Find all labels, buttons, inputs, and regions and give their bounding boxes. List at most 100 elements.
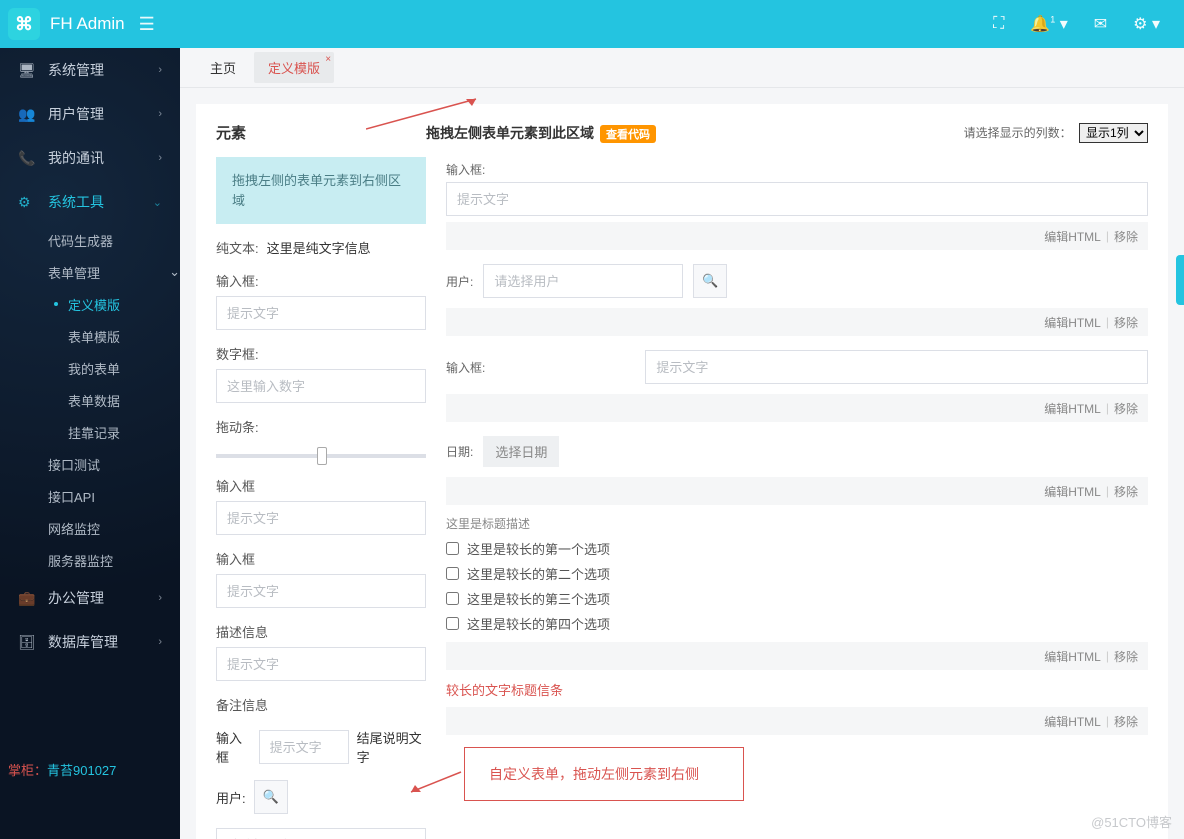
drop-item-date: 日期: 选择日期 编辑HTML|移除: [446, 432, 1148, 505]
gear-icon[interactable]: ⚙ ▾: [1133, 14, 1160, 34]
tab-home[interactable]: 主页: [196, 52, 250, 83]
sidebar-sub-form-template[interactable]: 表单模版: [0, 320, 180, 352]
sidebar-sub-form-manage[interactable]: 表单管理⌄: [0, 256, 180, 288]
view-code-button[interactable]: 查看代码: [600, 125, 656, 143]
palette-inline-input[interactable]: 输入框 结尾说明文字: [216, 728, 426, 766]
search-icon[interactable]: 🔍: [693, 264, 727, 298]
drop-input2-field[interactable]: [645, 350, 1148, 384]
chevron-right-icon: ›: [158, 108, 162, 120]
annotation-callout: 自定义表单，拖动左侧元素到右侧: [464, 747, 744, 801]
sidebar-sub-define-template[interactable]: 定义模版: [0, 288, 180, 320]
palette-user-select[interactable]: [216, 828, 426, 839]
checkbox[interactable]: [446, 592, 459, 605]
monitor-icon: 🖥: [18, 62, 36, 79]
sidebar-item-office[interactable]: 💼办公管理›: [0, 576, 180, 620]
sidebar-sub-server[interactable]: 服务器监控: [0, 544, 180, 576]
palette-remark[interactable]: 备注信息: [216, 695, 426, 714]
palette-input3-field[interactable]: [216, 574, 426, 608]
palette-input2[interactable]: 输入框: [216, 476, 426, 535]
menu-toggle-icon[interactable]: ☰: [139, 14, 155, 35]
sidebar-sub-my-forms[interactable]: 我的表单: [0, 352, 180, 384]
sidebar-sub-codegen[interactable]: 代码生成器: [0, 224, 180, 256]
header-actions: ⛶ 🔔1 ▾ ✉ ⚙ ▾: [993, 14, 1176, 34]
chevron-right-icon: ›: [158, 592, 162, 604]
bell-icon[interactable]: 🔔1 ▾: [1030, 14, 1067, 34]
sidebar-sub-api[interactable]: 接口API: [0, 480, 180, 512]
palette-user-field[interactable]: [216, 828, 426, 839]
edit-html-link[interactable]: 编辑HTML: [1044, 228, 1101, 245]
palette-input[interactable]: 输入框:: [216, 271, 426, 330]
palette-desc-field[interactable]: [216, 647, 426, 681]
drop-input-field[interactable]: [446, 182, 1148, 216]
mail-icon[interactable]: ✉: [1094, 14, 1107, 34]
checkbox[interactable]: [446, 617, 459, 630]
sidebar-item-database[interactable]: 🗄数据库管理›: [0, 620, 180, 664]
edit-html-link[interactable]: 编辑HTML: [1044, 314, 1101, 331]
palette-input-field[interactable]: [216, 296, 426, 330]
checkbox-option[interactable]: 这里是较长的第二个选项: [446, 561, 1148, 586]
brand-name: FH Admin: [50, 14, 125, 34]
sidebar-item-user-manage[interactable]: 👥用户管理›: [0, 92, 180, 136]
drop-item-title: 较长的文字标题信条 编辑HTML|移除 自定义表单，拖动左侧元素到右侧: [446, 680, 1148, 801]
chevron-right-icon: ›: [158, 636, 162, 648]
edit-html-link[interactable]: 编辑HTML: [1044, 483, 1101, 500]
remove-link[interactable]: 移除: [1114, 314, 1138, 331]
sidebar-item-contacts[interactable]: 📞我的通讯›: [0, 136, 180, 180]
fullscreen-icon[interactable]: ⛶: [993, 15, 1004, 33]
edit-html-link[interactable]: 编辑HTML: [1044, 648, 1101, 665]
drop-zone[interactable]: 输入框: 编辑HTML|移除 用户: 🔍 编辑HTML|移除 输入框: 编: [446, 157, 1148, 801]
edit-html-link[interactable]: 编辑HTML: [1044, 713, 1101, 730]
column-select: 请选择显示的列数： 显示1列: [964, 123, 1148, 143]
checkbox-option[interactable]: 这里是较长的第一个选项: [446, 536, 1148, 561]
drop-item-checkbox: 这里是标题描述 这里是较长的第一个选项这里是较长的第二个选项这里是较长的第三个选…: [446, 515, 1148, 670]
search-icon[interactable]: 🔍: [254, 780, 288, 814]
palette-number-field[interactable]: [216, 369, 426, 403]
sidebar-sub-form-data[interactable]: 表单数据: [0, 384, 180, 416]
remove-link[interactable]: 移除: [1114, 228, 1138, 245]
gear-icon: ⚙: [18, 194, 36, 211]
sidebar-item-system-tools[interactable]: ⚙系统工具⌄: [0, 180, 180, 224]
drop-user-field[interactable]: [483, 264, 683, 298]
palette-number[interactable]: 数字框:: [216, 344, 426, 403]
checkbox[interactable]: [446, 542, 459, 555]
sidebar-sub-attach-log[interactable]: 挂靠记录: [0, 416, 180, 448]
slider-thumb[interactable]: [317, 447, 327, 465]
annotation-arrow-icon: [366, 94, 486, 134]
remove-link[interactable]: 移除: [1114, 483, 1138, 500]
panel-header: 元素 拖拽左侧表单元素到此区域查看代码 请选择显示的列数： 显示1列: [216, 122, 1148, 143]
main-area: 主页 定义模版× 元素 拖拽左侧表单元素到此区域查看代码 请选择显示的列数： 显…: [180, 48, 1184, 839]
sidebar-sub-network[interactable]: 网络监控: [0, 512, 180, 544]
drop-item-user: 用户: 🔍 编辑HTML|移除: [446, 260, 1148, 336]
slider-track[interactable]: [216, 454, 426, 458]
checkbox-option[interactable]: 这里是较长的第四个选项: [446, 611, 1148, 636]
remove-link[interactable]: 移除: [1114, 400, 1138, 417]
tab-bar: 主页 定义模版×: [180, 48, 1184, 88]
column-select-dropdown[interactable]: 显示1列: [1079, 123, 1148, 143]
sidebar-item-system-manage[interactable]: 🖥系统管理›: [0, 48, 180, 92]
sidebar: 🖥系统管理› 👥用户管理› 📞我的通讯› ⚙系统工具⌄ 代码生成器 表单管理⌄ …: [0, 48, 180, 839]
palette-desc[interactable]: 描述信息: [216, 622, 426, 681]
palette-slider[interactable]: 拖动条:: [216, 417, 426, 458]
chevron-down-icon: ⌄: [169, 264, 180, 280]
chevron-down-icon: ⌄: [153, 196, 162, 209]
date-picker[interactable]: 选择日期: [483, 436, 559, 467]
palette-user[interactable]: 用户: 🔍: [216, 780, 426, 814]
remove-link[interactable]: 移除: [1114, 648, 1138, 665]
side-float-tab[interactable]: [1176, 255, 1184, 305]
palette-input2-field[interactable]: [216, 501, 426, 535]
checkbox[interactable]: [446, 567, 459, 580]
palette-input3[interactable]: 输入框: [216, 549, 426, 608]
edit-html-link[interactable]: 编辑HTML: [1044, 400, 1101, 417]
palette-inline-field[interactable]: [259, 730, 349, 764]
checkbox-option[interactable]: 这里是较长的第三个选项: [446, 586, 1148, 611]
annotation-arrow-icon: [406, 767, 466, 797]
palette-plaintext[interactable]: 纯文本: 这里是纯文字信息: [216, 238, 426, 257]
tab-define-template[interactable]: 定义模版×: [254, 52, 334, 83]
close-icon[interactable]: ×: [325, 54, 331, 65]
chevron-right-icon: ›: [158, 152, 162, 164]
form-builder-panel: 元素 拖拽左侧表单元素到此区域查看代码 请选择显示的列数： 显示1列 拖拽左侧的…: [196, 104, 1168, 839]
sidebar-sub-api-test[interactable]: 接口测试: [0, 448, 180, 480]
app-header: ⌘ FH Admin ☰ ⛶ 🔔1 ▾ ✉ ⚙ ▾: [0, 0, 1184, 48]
remove-link[interactable]: 移除: [1114, 713, 1138, 730]
sidebar-footer: 掌柜：青苔901027: [0, 760, 124, 779]
